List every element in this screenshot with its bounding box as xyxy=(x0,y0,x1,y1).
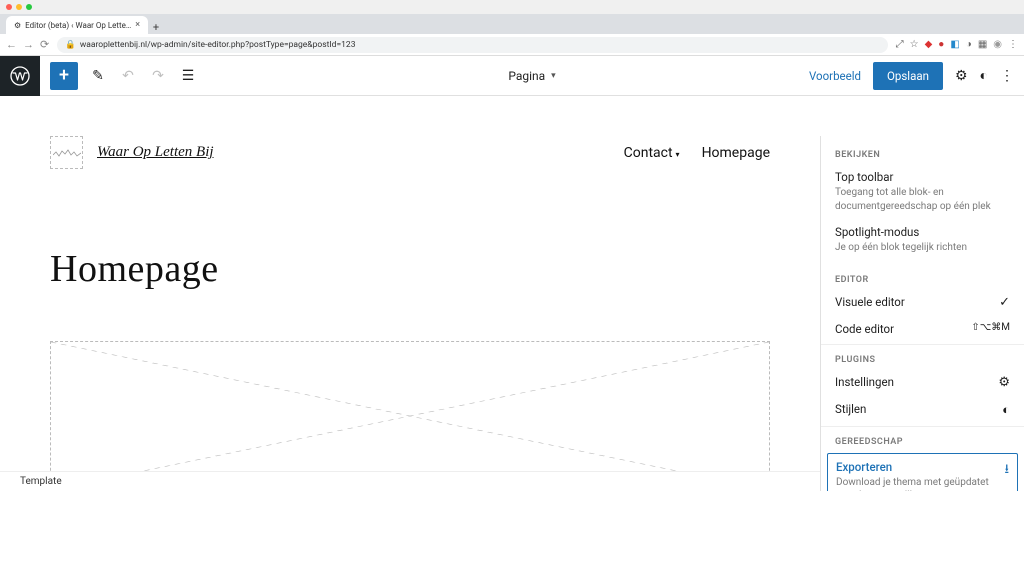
redo-icon[interactable]: ↷ xyxy=(148,68,168,84)
tab-favicon: ⚙ xyxy=(14,21,21,30)
editor-canvas[interactable]: Waar Op Letten Bij Contact▾ Homepage Hom… xyxy=(0,96,820,491)
save-button[interactable]: Opslaan xyxy=(873,62,943,90)
traffic-light-max[interactable] xyxy=(26,4,32,10)
nav-back-icon[interactable]: ← xyxy=(6,38,17,51)
undo-icon[interactable]: ↶ xyxy=(118,68,138,84)
download-icon: ⭳ xyxy=(1004,460,1009,482)
browser-tab[interactable]: ⚙ Editor (beta) ‹ Waar Op Lette… × xyxy=(6,16,148,34)
menu-section-tools: GEREEDSCHAP xyxy=(821,429,1024,451)
options-menu: BEKIJKEN Top toolbar Toegang tot alle bl… xyxy=(820,136,1024,491)
contrast-icon: ◐ xyxy=(1002,402,1010,418)
lock-icon: 🔒 xyxy=(65,40,76,50)
menu-divider xyxy=(821,426,1024,427)
nav-item-contact[interactable]: Contact▾ xyxy=(624,145,680,161)
add-block-button[interactable]: + xyxy=(50,62,78,90)
avatar-icon[interactable]: ◉ xyxy=(993,39,1002,50)
site-header: Waar Op Letten Bij Contact▾ Homepage xyxy=(50,96,770,189)
menu-section-view: BEKIJKEN xyxy=(821,142,1024,164)
ext-icon[interactable]: ☆ xyxy=(910,39,919,50)
doc-type-label: Pagina xyxy=(508,69,545,83)
menu-item-spotlight[interactable]: Spotlight-modus Je op één blok tegelijk … xyxy=(821,219,1024,261)
ext-icon[interactable]: ◧ xyxy=(950,39,959,50)
ext-icon[interactable]: ▦ xyxy=(978,39,987,50)
traffic-light-close[interactable] xyxy=(6,4,12,10)
nav-reload-icon[interactable]: ⟳ xyxy=(40,38,49,51)
editor-toolbar: + ✎ ↶ ↷ ☰ Pagina ▾ Voorbeeld Opslaan ⚙ ◐… xyxy=(40,56,1024,96)
ext-icon[interactable]: ● xyxy=(938,39,944,50)
menu-item-settings[interactable]: Instellingen ⚙ xyxy=(821,369,1024,396)
menu-item-visual-editor[interactable]: Visuele editor xyxy=(821,289,1024,316)
menu-section-editor: EDITOR xyxy=(821,267,1024,289)
menu-item-styles[interactable]: Stijlen ◐ xyxy=(821,396,1024,424)
site-title[interactable]: Waar Op Letten Bij xyxy=(97,144,214,161)
page-title[interactable]: Homepage xyxy=(50,247,770,291)
nav-item-home[interactable]: Homepage xyxy=(702,145,770,161)
breadcrumb-item[interactable]: Template xyxy=(20,476,62,487)
ext-icon[interactable]: ◑ xyxy=(966,39,972,50)
editor-canvas-area: Waar Op Letten Bij Contact▾ Homepage Hom… xyxy=(0,96,1024,491)
address-field[interactable]: 🔒 waaroplettenbij.nl/wp-admin/site-edito… xyxy=(57,37,887,53)
url-text: waaroplettenbij.nl/wp-admin/site-editor.… xyxy=(80,40,356,50)
edit-icon[interactable]: ✎ xyxy=(88,68,108,84)
menu-item-code-editor[interactable]: Code editor ⇧⌥⌘M xyxy=(821,316,1024,342)
wordpress-logo[interactable] xyxy=(0,56,40,96)
options-icon[interactable]: ⋮ xyxy=(1000,68,1014,84)
keyboard-shortcut: ⇧⌥⌘M xyxy=(971,322,1010,333)
menu-divider xyxy=(821,344,1024,345)
list-view-icon[interactable]: ☰ xyxy=(178,68,198,84)
chevron-down-icon: ▾ xyxy=(676,150,680,159)
traffic-light-min[interactable] xyxy=(16,4,22,10)
settings-icon[interactable]: ⚙ xyxy=(955,68,968,84)
chevron-down-icon: ▾ xyxy=(551,71,556,81)
menu-item-top-toolbar[interactable]: Top toolbar Toegang tot alle blok- en do… xyxy=(821,164,1024,219)
ext-icon[interactable]: ◆ xyxy=(925,39,933,50)
gear-icon: ⚙ xyxy=(998,375,1010,390)
browser-tabstrip: ⚙ Editor (beta) ‹ Waar Op Lette… × + xyxy=(0,14,1024,34)
tab-title: Editor (beta) ‹ Waar Op Lette… xyxy=(25,21,131,30)
styles-icon[interactable]: ◐ xyxy=(980,67,988,84)
nav-forward-icon[interactable]: → xyxy=(23,38,34,51)
image-placeholder-block[interactable] xyxy=(50,341,770,491)
kebab-icon[interactable]: ⋮ xyxy=(1008,39,1018,50)
macos-titlebar xyxy=(0,0,1024,14)
browser-urlbar: ← → ⟳ 🔒 waaroplettenbij.nl/wp-admin/site… xyxy=(0,34,1024,56)
tab-close-icon[interactable]: × xyxy=(135,20,140,30)
new-tab-button[interactable]: + xyxy=(148,21,164,34)
check-icon xyxy=(999,295,1010,310)
browser-extensions: ⤢ ☆ ◆ ● ◧ ◑ ▦ ◉ ⋮ xyxy=(896,39,1018,50)
site-logo-placeholder[interactable] xyxy=(50,136,83,169)
preview-link[interactable]: Voorbeeld xyxy=(809,69,861,83)
menu-section-plugins: PLUGINS xyxy=(821,347,1024,369)
menu-item-export[interactable]: Exporteren Download je thema met geüpdat… xyxy=(827,453,1018,492)
ext-icon[interactable]: ⤢ xyxy=(896,39,904,50)
document-switcher[interactable]: Pagina ▾ xyxy=(508,69,555,83)
site-nav: Contact▾ Homepage xyxy=(624,145,770,161)
browser-nav-controls: ← → ⟳ xyxy=(6,38,49,51)
